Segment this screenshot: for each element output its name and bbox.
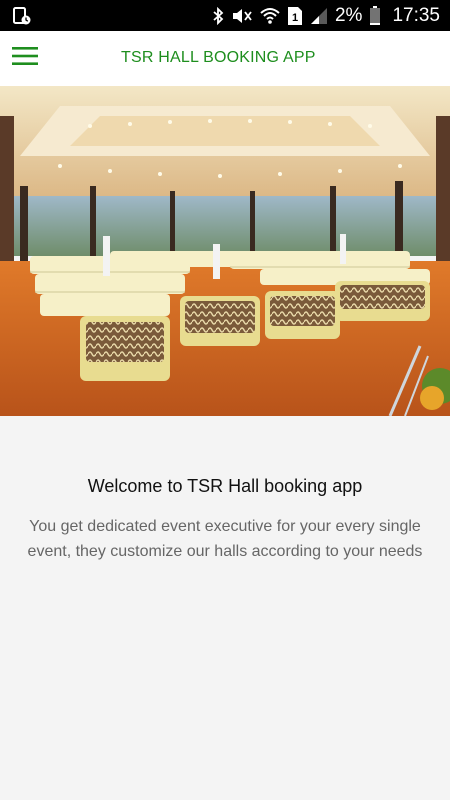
app-bar: TSR HALL BOOKING APP: [0, 31, 450, 86]
wifi-icon: [260, 7, 280, 25]
status-bar: 1 2% 17:35: [0, 0, 450, 31]
app-screen: 1 2% 17:35 TSR HALL BOOKING APP Welcome …: [0, 0, 450, 800]
battery-icon: [369, 5, 381, 26]
welcome-description: You get dedicated event executive for yo…: [27, 518, 423, 560]
bluetooth-icon: [212, 6, 224, 25]
hamburger-menu-icon: [12, 46, 38, 71]
menu-button[interactable]: [0, 31, 50, 86]
welcome-section: Welcome to TSR Hall booking app You get …: [0, 416, 450, 800]
sim-slot-label: 1: [292, 12, 298, 24]
sim-1-icon: 1: [287, 6, 303, 26]
battery-percent: 2%: [334, 4, 363, 26]
signal-icon: [310, 7, 328, 25]
mute-icon: [231, 7, 253, 25]
app-title: TSR HALL BOOKING APP: [121, 49, 316, 66]
welcome-heading: Welcome to TSR Hall booking app: [87, 476, 363, 496]
banquet-hall-photo: [0, 86, 450, 416]
screen-record-icon: [12, 6, 32, 26]
clock: 17:35: [392, 4, 440, 26]
